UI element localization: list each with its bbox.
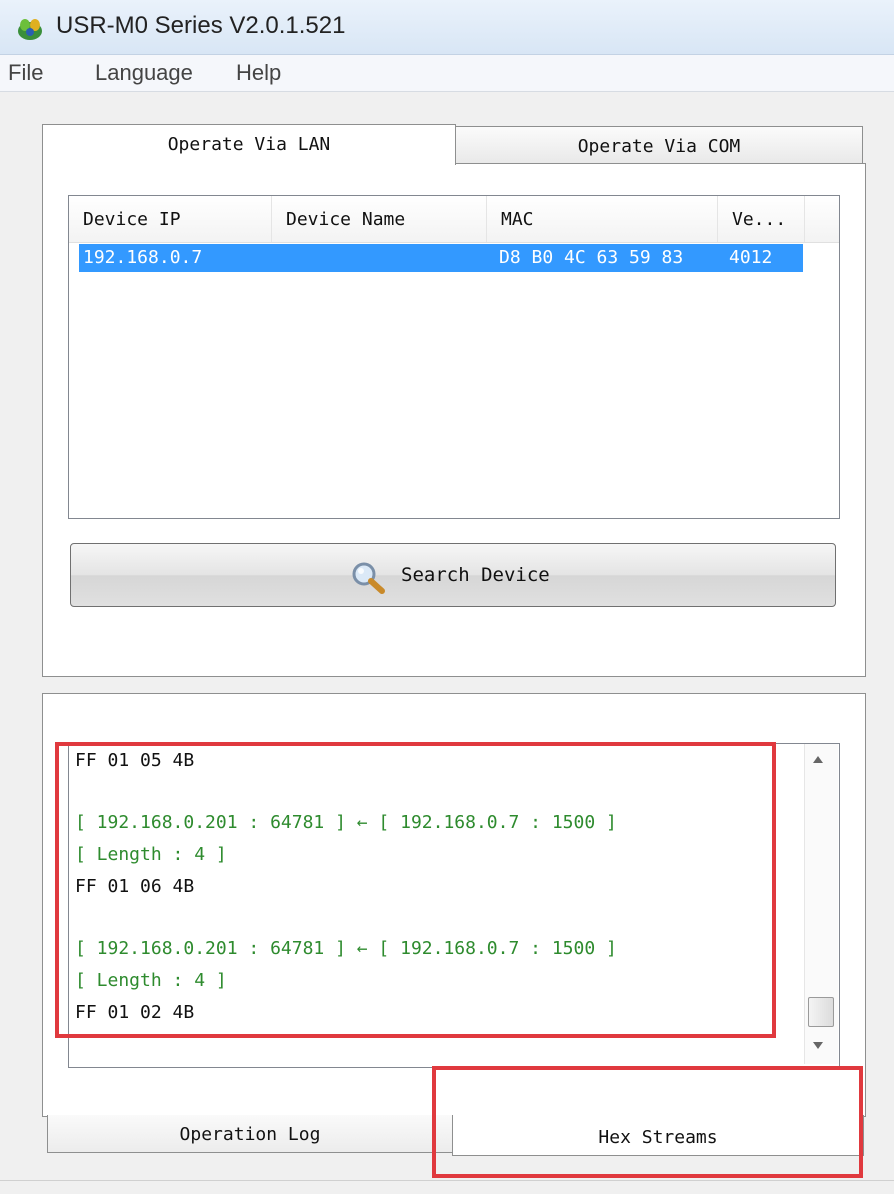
- device-row[interactable]: 192.168.0.7 D8 B0 4C 63 59 83 4012: [79, 244, 803, 272]
- status-bar: [0, 1180, 894, 1194]
- device-mac-cell: D8 B0 4C 63 59 83: [499, 247, 684, 268]
- scroll-up-arrow-icon[interactable]: [813, 756, 823, 763]
- tab-operate-via-com[interactable]: Operate Via COM: [455, 126, 863, 164]
- menu-file[interactable]: File: [8, 60, 43, 86]
- tab-operate-via-lan[interactable]: Operate Via LAN: [42, 124, 456, 165]
- device-list-header: Device IP Device Name MAC Ve...: [69, 196, 839, 243]
- device-version-cell: 4012: [729, 247, 773, 268]
- tab-label: Operate Via LAN: [167, 134, 331, 155]
- menu-help[interactable]: Help: [236, 60, 281, 86]
- column-version[interactable]: Ve...: [718, 196, 805, 242]
- title-bar: USR-M0 Series V2.0.1.521: [0, 0, 894, 55]
- search-device-button[interactable]: Search Device: [70, 543, 836, 607]
- log-scrollbar[interactable]: [804, 744, 838, 1064]
- search-device-label: Search Device: [401, 564, 550, 586]
- tab-label: Operate Via COM: [577, 136, 741, 157]
- device-list[interactable]: Device IP Device Name MAC Ve... 192.168.…: [68, 195, 840, 519]
- window-title: USR-M0 Series V2.0.1.521: [56, 12, 346, 39]
- highlight-box-hex-tab: [432, 1066, 863, 1178]
- column-device-name[interactable]: Device Name: [272, 196, 487, 242]
- tab-operation-log[interactable]: Operation Log: [47, 1115, 453, 1153]
- column-mac[interactable]: MAC: [487, 196, 718, 242]
- menu-language[interactable]: Language: [95, 60, 193, 86]
- scroll-thumb[interactable]: [808, 997, 834, 1027]
- menu-bar: File Language Help: [0, 55, 894, 92]
- tab-label: Operation Log: [179, 1124, 321, 1145]
- column-device-ip[interactable]: Device IP: [69, 196, 272, 242]
- highlight-box-log: [55, 742, 776, 1038]
- magnifier-icon: [352, 562, 385, 594]
- device-ip-cell: 192.168.0.7: [83, 247, 203, 268]
- scroll-down-arrow-icon[interactable]: [813, 1042, 823, 1049]
- app-icon: [18, 19, 42, 40]
